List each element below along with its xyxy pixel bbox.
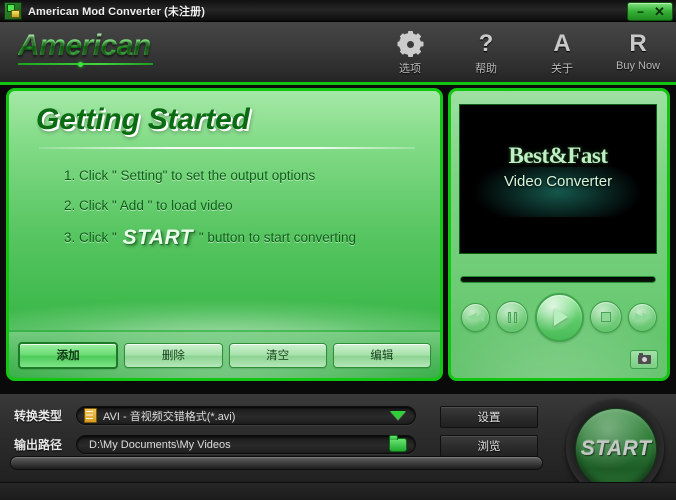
toolbar-label-help: 帮助 — [475, 63, 497, 75]
register-icon: R — [629, 30, 647, 57]
step-2: 2. Click " Add " to load video — [64, 191, 434, 221]
folder-icon[interactable] — [389, 434, 407, 452]
start-button-label: START — [580, 437, 652, 460]
play-button[interactable] — [534, 292, 584, 342]
file-action-buttons: 添加 删除 清空 编辑 — [9, 332, 440, 378]
progress-bar[interactable] — [10, 456, 543, 470]
app-icon — [4, 1, 22, 20]
header-bar: American 选项 ? 帮助 A 关于 R Buy Now — [0, 22, 676, 85]
playback-controls: ◀◀ ▶▶ — [457, 290, 661, 344]
help-icon: ? — [478, 30, 494, 57]
toolbar-label-buy-now: Buy Now — [615, 60, 661, 72]
window-title: American Mod Converter (未注册) — [28, 5, 205, 18]
rewind-button[interactable]: ◀◀ — [461, 302, 490, 332]
snapshot-button[interactable] — [630, 350, 658, 369]
close-button[interactable]: ✕ — [650, 5, 669, 19]
status-bar — [0, 482, 676, 500]
preview-panel: Best&Fast Video Converter ◀◀ ▶▶ — [448, 88, 670, 381]
format-icon — [84, 408, 97, 423]
title-bar: American Mod Converter (未注册) − ✕ — [0, 0, 676, 22]
add-button[interactable]: 添加 — [18, 341, 119, 369]
panel-sheen — [9, 268, 440, 330]
conversion-type-label: 转换类型 — [14, 409, 63, 423]
gear-icon — [397, 30, 423, 58]
getting-started-steps: 1. Click " Setting" to set the output op… — [64, 161, 434, 253]
output-path-value: D:\My Documents\My Videos — [89, 438, 231, 451]
pause-icon — [507, 311, 517, 323]
step-1: 1. Click " Setting" to set the output op… — [64, 161, 434, 191]
toolbar-item-buy-now[interactable]: R Buy Now — [614, 30, 662, 73]
toolbar-item-help[interactable]: ? 帮助 — [462, 30, 510, 76]
step-3: 3. Click " START " button to start conve… — [64, 221, 434, 253]
step-2-text: 2. Click " Add " to load video — [64, 198, 233, 213]
conversion-type-row: 转换类型 AVI - 音视频交错格式(*.avi) — [14, 406, 416, 425]
minimize-button[interactable]: − — [631, 5, 650, 19]
title-divider — [39, 147, 415, 149]
conversion-type-value: AVI - 音视频交错格式(*.avi) — [103, 410, 236, 423]
play-icon — [554, 308, 568, 326]
edit-button[interactable]: 编辑 — [332, 342, 431, 368]
video-screen[interactable]: Best&Fast Video Converter — [459, 104, 657, 254]
logo-text: American — [18, 30, 218, 62]
about-icon: A — [553, 30, 571, 57]
step-3-prefix: 3. Click " — [64, 230, 121, 245]
bottom-bar: 转换类型 AVI - 音视频交错格式(*.avi) 输出路径 D:\My Doc… — [0, 393, 676, 500]
header-toolbar: 选项 ? 帮助 A 关于 R Buy Now — [386, 30, 662, 76]
output-path-row: 输出路径 D:\My Documents\My Videos — [14, 434, 416, 454]
toolbar-label-about: 关于 — [551, 63, 573, 75]
browse-button[interactable]: 浏览 — [440, 435, 538, 457]
output-path-label: 输出路径 — [14, 438, 63, 452]
step-3-emphasis: START — [122, 226, 194, 249]
stop-icon — [600, 312, 611, 322]
rewind-icon: ◀◀ — [468, 310, 484, 323]
forward-button[interactable]: ▶▶ — [628, 302, 657, 332]
window-controls: − ✕ — [627, 2, 673, 21]
clear-button[interactable]: 清空 — [228, 342, 327, 368]
main-content-area: Getting Started 1. Click " Setting" to s… — [0, 85, 676, 393]
file-list-panel: Getting Started 1. Click " Setting" to s… — [6, 88, 443, 381]
conversion-type-select[interactable]: AVI - 音视频交错格式(*.avi) — [76, 406, 416, 425]
start-button[interactable]: START — [575, 408, 657, 490]
video-subtitle: Video Converter — [503, 173, 613, 190]
output-path-input[interactable]: D:\My Documents\My Videos — [76, 434, 416, 454]
chevron-down-icon[interactable] — [390, 411, 406, 420]
step-3-suffix: " button to start converting — [195, 230, 357, 245]
toolbar-label-options: 选项 — [399, 63, 421, 75]
app-logo: American — [18, 30, 218, 67]
stop-button[interactable] — [589, 301, 622, 333]
video-title: Best&Fast — [508, 143, 608, 168]
toolbar-item-about[interactable]: A 关于 — [538, 30, 586, 76]
toolbar-item-options[interactable]: 选项 — [386, 30, 434, 76]
getting-started-title: Getting Started — [36, 103, 250, 136]
pause-button[interactable] — [496, 301, 529, 333]
step-1-text: 1. Click " Setting" to set the output op… — [64, 168, 316, 183]
seek-bar[interactable] — [460, 276, 656, 283]
logo-underline — [18, 61, 153, 67]
camera-icon — [637, 353, 651, 364]
logo-dot — [78, 61, 83, 67]
application-window: American Mod Converter (未注册) − ✕ America… — [0, 0, 676, 500]
forward-icon: ▶▶ — [635, 310, 651, 323]
delete-button[interactable]: 删除 — [124, 342, 223, 368]
settings-button[interactable]: 设置 — [440, 406, 538, 428]
